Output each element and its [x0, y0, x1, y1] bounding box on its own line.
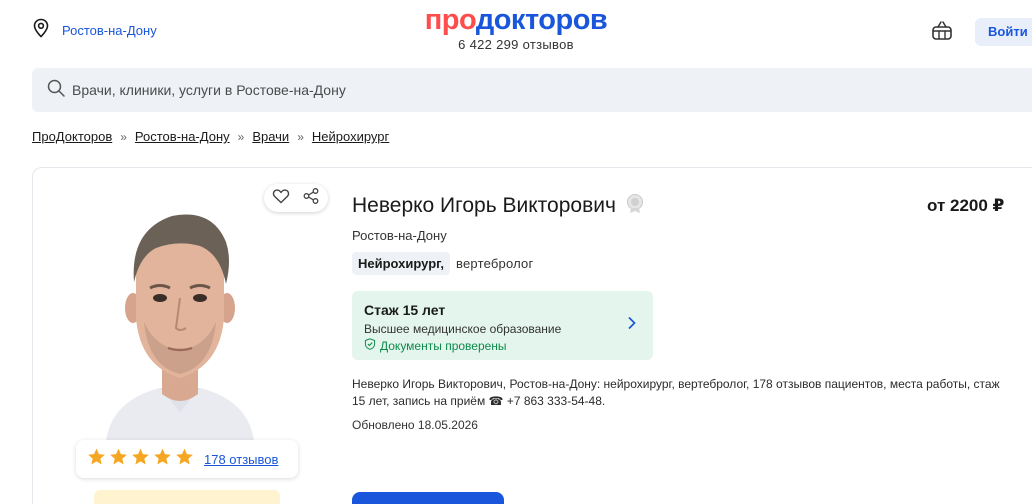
medal-icon — [626, 193, 644, 219]
updated-date: Обновлено 18.05.2026 — [352, 418, 478, 432]
search-input[interactable] — [72, 82, 672, 98]
specialty-secondary[interactable]: вертебролог — [456, 256, 533, 271]
total-reviews-count: 6 422 299 отзывов — [458, 37, 574, 52]
login-button[interactable]: Войти — [975, 18, 1032, 46]
star-icon — [130, 447, 151, 472]
basket-button[interactable] — [930, 20, 954, 47]
consultation-price: от 2200 ₽ — [927, 196, 1005, 215]
breadcrumb: ПроДокторов » Ростов-на-Дону » Врачи » Н… — [32, 129, 389, 144]
documents-verified-text: Документы проверены — [380, 338, 507, 353]
award-badge — [94, 490, 280, 504]
breadcrumb-specialty[interactable]: Нейрохирург — [312, 129, 389, 144]
specialty-main[interactable]: Нейрохирург, — [352, 252, 451, 275]
site-logo[interactable]: продокторов 6 422 299 отзывов — [0, 4, 1032, 52]
doctor-description: Неверко Игорь Викторович, Ростов-на-Дону… — [352, 377, 1000, 408]
logo-part-pro: про — [424, 4, 477, 36]
chevron-right-icon — [627, 316, 637, 335]
breadcrumb-doctors[interactable]: Врачи — [252, 129, 289, 144]
documents-verified: Документы проверены — [364, 338, 641, 353]
star-icon — [86, 447, 107, 472]
experience-card[interactable]: Стаж 15 лет Высшее медицинское образован… — [352, 291, 653, 360]
rating-badge: 178 отзывов — [76, 440, 298, 478]
heart-icon[interactable] — [272, 188, 290, 209]
basket-icon — [930, 21, 954, 46]
breadcrumb-separator: » — [237, 129, 245, 144]
header: Ростов-на-Дону продокторов 6 422 299 отз… — [0, 0, 1032, 62]
search-bar[interactable] — [32, 68, 1032, 112]
doctor-name: Неверко Игорь Викторович — [352, 193, 644, 219]
experience-title: Стаж 15 лет — [364, 302, 446, 318]
favorite-share-pill — [264, 184, 328, 212]
reviews-link[interactable]: 178 отзывов — [204, 452, 278, 467]
doctor-city: Ростов-на-Дону — [352, 228, 447, 243]
doctor-name-text: Неверко Игорь Викторович — [352, 194, 616, 217]
search-icon — [46, 78, 66, 103]
breadcrumb-home[interactable]: ПроДокторов — [32, 129, 112, 144]
specialties: Нейрохирург, вертебролог — [352, 252, 533, 275]
breadcrumb-separator: » — [120, 129, 127, 144]
star-icon — [174, 447, 195, 472]
star-icon — [152, 447, 173, 472]
logo-part-doctors: докторов — [475, 4, 608, 36]
breadcrumb-separator: » — [297, 129, 304, 144]
shield-check-icon — [364, 338, 376, 353]
education-text: Высшее медицинское образование — [364, 322, 562, 336]
star-icon — [108, 447, 129, 472]
share-icon[interactable] — [302, 187, 320, 210]
book-appointment-button[interactable] — [352, 492, 504, 504]
breadcrumb-city[interactable]: Ростов-на-Дону — [135, 129, 230, 144]
logo-text: продокторов — [0, 4, 1032, 36]
doctor-photo[interactable] — [100, 198, 260, 442]
